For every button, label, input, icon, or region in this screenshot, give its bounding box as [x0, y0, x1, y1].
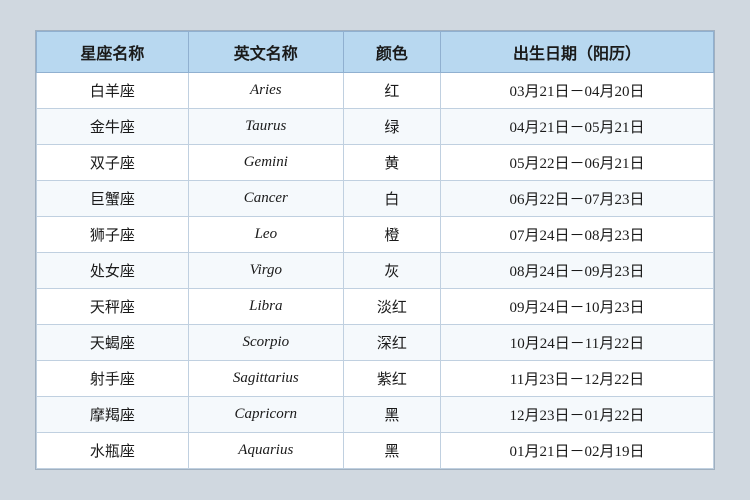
cell-english: Scorpio: [188, 325, 343, 361]
cell-dates: 08月24日－09月23日: [441, 253, 714, 289]
col-header-dates: 出生日期（阳历）: [441, 32, 714, 73]
cell-english: Sagittarius: [188, 361, 343, 397]
cell-dates: 09月24日－10月23日: [441, 289, 714, 325]
cell-color: 灰: [343, 253, 440, 289]
cell-color: 黄: [343, 145, 440, 181]
cell-english: Taurus: [188, 109, 343, 145]
cell-dates: 11月23日－12月22日: [441, 361, 714, 397]
cell-color: 黑: [343, 397, 440, 433]
cell-color: 紫红: [343, 361, 440, 397]
cell-color: 深红: [343, 325, 440, 361]
table-row: 摩羯座Capricorn黑12月23日－01月22日: [37, 397, 714, 433]
cell-dates: 01月21日－02月19日: [441, 433, 714, 469]
table-row: 处女座Virgo灰08月24日－09月23日: [37, 253, 714, 289]
cell-english: Aquarius: [188, 433, 343, 469]
cell-dates: 04月21日－05月21日: [441, 109, 714, 145]
cell-color: 黑: [343, 433, 440, 469]
cell-chinese: 摩羯座: [37, 397, 189, 433]
table-body: 白羊座Aries红03月21日－04月20日金牛座Taurus绿04月21日－0…: [37, 73, 714, 469]
cell-chinese: 水瓶座: [37, 433, 189, 469]
table-row: 水瓶座Aquarius黑01月21日－02月19日: [37, 433, 714, 469]
cell-english: Leo: [188, 217, 343, 253]
table-header-row: 星座名称 英文名称 颜色 出生日期（阳历）: [37, 32, 714, 73]
table-row: 巨蟹座Cancer白06月22日－07月23日: [37, 181, 714, 217]
cell-dates: 03月21日－04月20日: [441, 73, 714, 109]
cell-english: Capricorn: [188, 397, 343, 433]
table-row: 双子座Gemini黄05月22日－06月21日: [37, 145, 714, 181]
cell-chinese: 狮子座: [37, 217, 189, 253]
col-header-english: 英文名称: [188, 32, 343, 73]
cell-chinese: 白羊座: [37, 73, 189, 109]
table-row: 天秤座Libra淡红09月24日－10月23日: [37, 289, 714, 325]
cell-english: Libra: [188, 289, 343, 325]
cell-dates: 07月24日－08月23日: [441, 217, 714, 253]
cell-dates: 05月22日－06月21日: [441, 145, 714, 181]
cell-color: 橙: [343, 217, 440, 253]
table-row: 白羊座Aries红03月21日－04月20日: [37, 73, 714, 109]
col-header-color: 颜色: [343, 32, 440, 73]
cell-dates: 06月22日－07月23日: [441, 181, 714, 217]
cell-dates: 12月23日－01月22日: [441, 397, 714, 433]
cell-chinese: 处女座: [37, 253, 189, 289]
cell-chinese: 金牛座: [37, 109, 189, 145]
col-header-chinese: 星座名称: [37, 32, 189, 73]
cell-chinese: 巨蟹座: [37, 181, 189, 217]
cell-dates: 10月24日－11月22日: [441, 325, 714, 361]
zodiac-table-container: 星座名称 英文名称 颜色 出生日期（阳历） 白羊座Aries红03月21日－04…: [35, 30, 715, 470]
cell-chinese: 天秤座: [37, 289, 189, 325]
cell-english: Cancer: [188, 181, 343, 217]
cell-color: 白: [343, 181, 440, 217]
zodiac-table: 星座名称 英文名称 颜色 出生日期（阳历） 白羊座Aries红03月21日－04…: [36, 31, 714, 469]
cell-chinese: 射手座: [37, 361, 189, 397]
cell-color: 红: [343, 73, 440, 109]
cell-chinese: 双子座: [37, 145, 189, 181]
cell-english: Aries: [188, 73, 343, 109]
cell-english: Gemini: [188, 145, 343, 181]
cell-english: Virgo: [188, 253, 343, 289]
table-row: 天蝎座Scorpio深红10月24日－11月22日: [37, 325, 714, 361]
cell-color: 淡红: [343, 289, 440, 325]
table-row: 狮子座Leo橙07月24日－08月23日: [37, 217, 714, 253]
table-row: 射手座Sagittarius紫红11月23日－12月22日: [37, 361, 714, 397]
table-row: 金牛座Taurus绿04月21日－05月21日: [37, 109, 714, 145]
cell-chinese: 天蝎座: [37, 325, 189, 361]
cell-color: 绿: [343, 109, 440, 145]
